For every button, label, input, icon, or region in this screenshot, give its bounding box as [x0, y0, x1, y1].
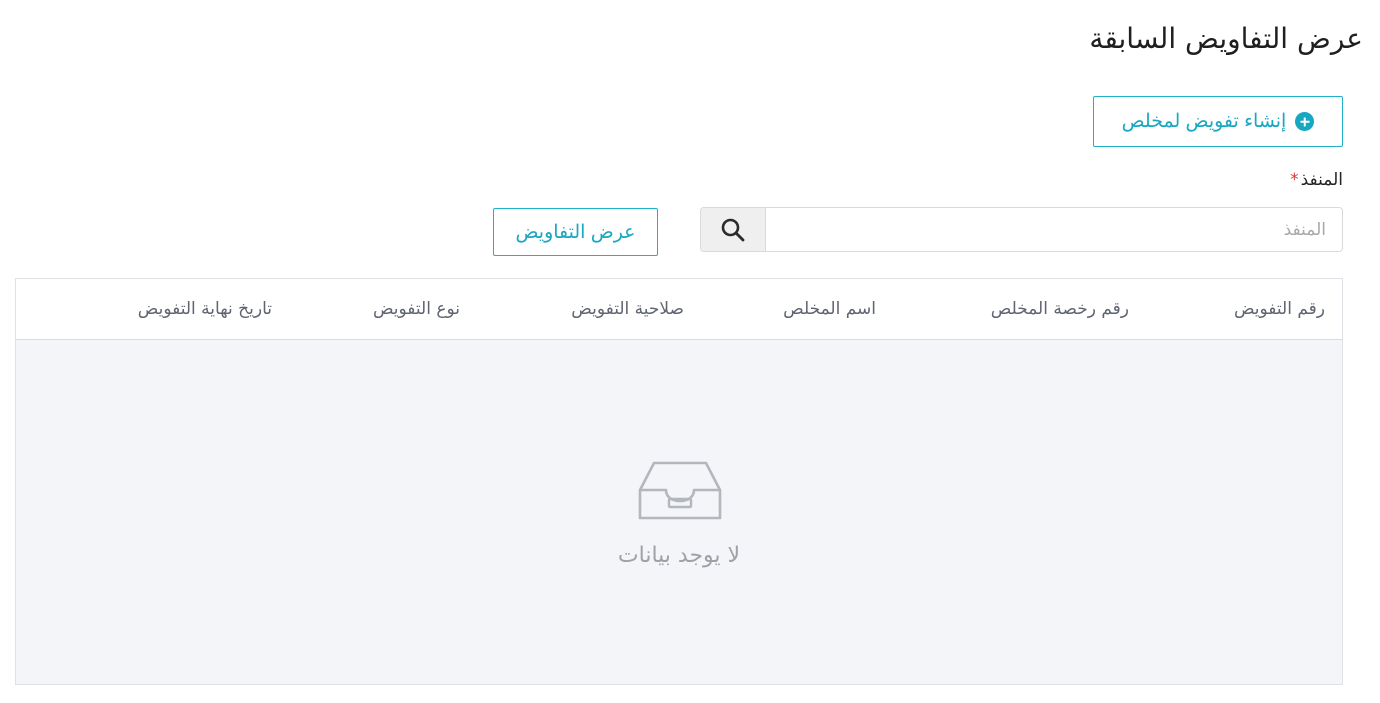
port-search-input[interactable] — [766, 208, 1342, 251]
port-label-text: المنفذ — [1300, 170, 1343, 190]
column-header-authorization-validity[interactable]: صلاحية التفويض — [571, 279, 684, 339]
create-authorization-button[interactable]: إنشاء تفويض لمخلص — [1093, 96, 1343, 147]
required-mark: * — [1290, 170, 1299, 190]
page-title: عرض التفاويض السابقة — [1089, 22, 1363, 55]
column-header-authorization-number[interactable]: رقم التفويض — [1234, 279, 1325, 339]
column-header-authorization-end-date[interactable]: تاريخ نهاية التفويض — [138, 279, 272, 339]
inbox-icon — [638, 461, 722, 520]
table-empty-state: لا يوجد بيانات — [16, 340, 1342, 684]
column-header-broker-license-number[interactable]: رقم رخصة المخلص — [991, 279, 1129, 339]
table-header: رقم التفويض رقم رخصة المخلص اسم المخلص ص… — [16, 279, 1342, 340]
plus-circle-icon — [1295, 112, 1315, 131]
page: عرض التفاويض السابقة إنشاء تفويض لمخلص ا… — [0, 0, 1380, 703]
port-search-group — [700, 207, 1343, 252]
view-authorizations-button[interactable]: عرض التفاويض — [493, 208, 658, 256]
empty-state-text: لا يوجد بيانات — [617, 543, 741, 568]
search-icon — [721, 218, 745, 241]
search-button[interactable] — [701, 208, 766, 251]
column-header-broker-name[interactable]: اسم المخلص — [783, 279, 876, 339]
authorizations-table: رقم التفويض رقم رخصة المخلص اسم المخلص ص… — [15, 278, 1343, 685]
column-header-authorization-type[interactable]: نوع التفويض — [373, 279, 460, 339]
create-authorization-label: إنشاء تفويض لمخلص — [1121, 111, 1287, 132]
port-field-label: المنفذ* — [1290, 170, 1343, 190]
